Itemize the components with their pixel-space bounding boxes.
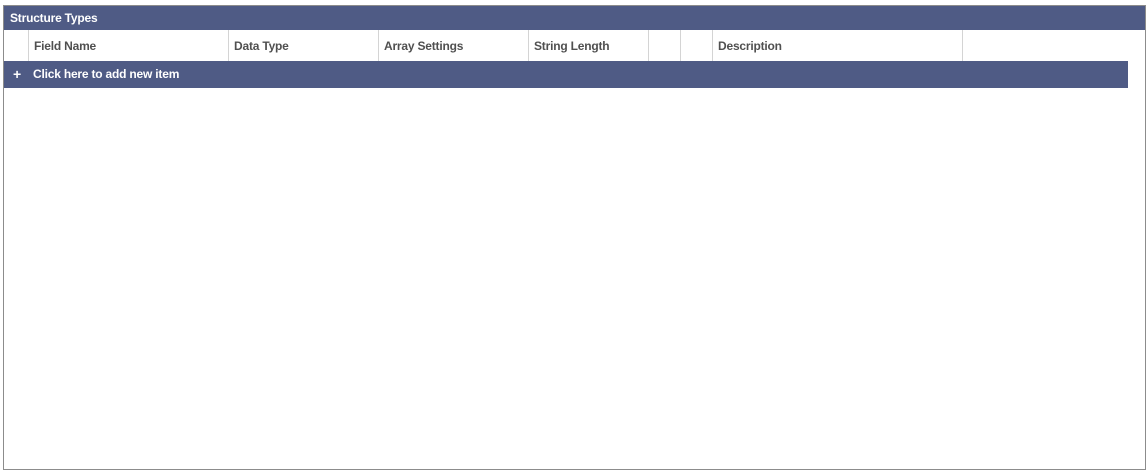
column-header-extra-1[interactable]	[649, 30, 681, 61]
grid-body	[4, 88, 1128, 468]
add-new-item-label[interactable]: Click here to add new item	[33, 61, 179, 88]
grid-column-headers: Field Name Data Type Array Settings Stri…	[4, 30, 1128, 61]
column-header-data-type[interactable]: Data Type	[229, 30, 379, 61]
panel-title: Structure Types	[4, 6, 1145, 30]
column-header-string-length[interactable]: String Length	[529, 30, 649, 61]
plus-icon[interactable]: +	[11, 61, 23, 88]
column-header-description[interactable]: Description	[713, 30, 963, 61]
column-header-field-name[interactable]: Field Name	[29, 30, 229, 61]
column-header-filler	[963, 30, 1128, 61]
column-header-row-selector[interactable]	[4, 30, 29, 61]
structure-types-panel: Structure Types Field Name Data Type Arr…	[3, 5, 1146, 470]
add-new-item-row[interactable]: + Click here to add new item	[4, 61, 1128, 88]
column-header-extra-2[interactable]	[681, 30, 713, 61]
column-header-array-settings[interactable]: Array Settings	[379, 30, 529, 61]
